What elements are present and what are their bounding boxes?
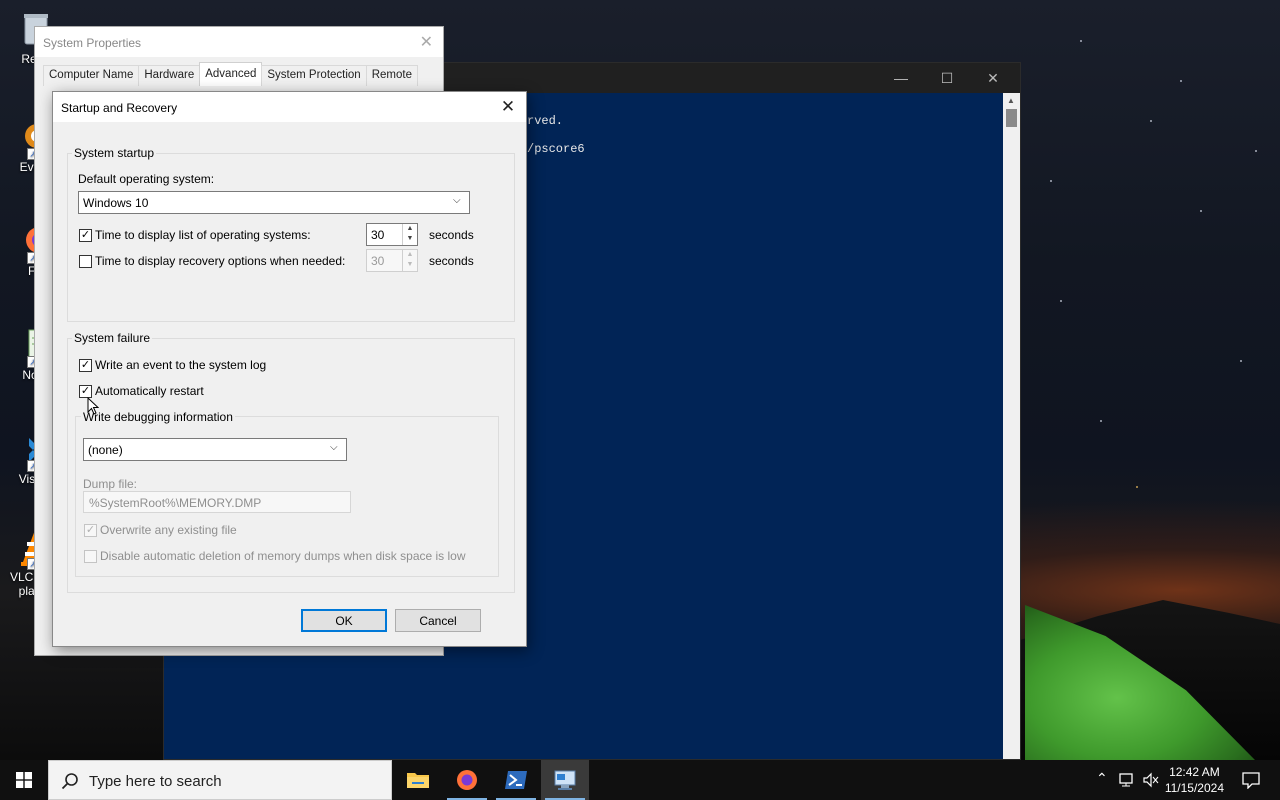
spinner-arrows-icon[interactable]: ▲ ▼ [402, 250, 417, 271]
ok-button[interactable]: OK [301, 609, 387, 632]
tab-strip: Computer Name Hardware Advanced System P… [43, 62, 418, 86]
start-button[interactable] [0, 760, 48, 800]
system-failure-label: System failure [72, 331, 153, 345]
auto-restart-label: Automatically restart [95, 384, 204, 398]
file-explorer-icon [407, 773, 429, 788]
notification-icon[interactable] [1242, 771, 1260, 789]
volume-muted-icon[interactable] [1142, 772, 1160, 788]
minimize-button[interactable]: — [878, 63, 924, 93]
chevron-down-icon: ⌵ [330, 442, 338, 453]
disable-auto-delete-label: Disable automatic deletion of memory dum… [100, 549, 466, 563]
display-recovery-label: Time to display recovery options when ne… [95, 254, 346, 268]
taskbar-file-explorer[interactable] [394, 760, 442, 800]
display-list-checkbox[interactable]: ✓ [79, 229, 92, 242]
window-title: System Properties [43, 36, 142, 50]
tab-computer-name[interactable]: Computer Name [43, 65, 140, 86]
debug-type-value: (none) [88, 443, 123, 457]
taskbar-powershell[interactable] [492, 760, 540, 800]
debugging-info-label: Write debugging information [81, 410, 235, 424]
search-icon [61, 773, 78, 790]
debug-type-select[interactable]: (none) ⌵ [83, 438, 347, 461]
clock-date: 11/15/2024 [1164, 781, 1224, 795]
firefox-icon [457, 770, 477, 790]
taskbar-clock[interactable]: 12:42 AM 11/15/2024 [1165, 764, 1224, 796]
dump-file-label: Dump file: [83, 477, 138, 491]
display-list-label: Time to display list of operating system… [95, 228, 311, 242]
windows-logo-icon [16, 772, 32, 788]
chevron-down-icon: ⌵ [453, 195, 461, 206]
display-recovery-unit: seconds [429, 254, 474, 268]
default-os-value: Windows 10 [83, 196, 149, 210]
dump-file-value: %SystemRoot%\MEMORY.DMP [89, 496, 262, 510]
tab-system-protection[interactable]: System Protection [261, 65, 367, 86]
clock-time: 12:42 AM [1169, 765, 1220, 779]
network-icon[interactable] [1118, 772, 1136, 788]
tab-hardware[interactable]: Hardware [138, 65, 201, 86]
default-os-select[interactable]: Windows 10 ⌵ [78, 191, 470, 214]
scroll-up-icon[interactable]: ▲ [1007, 96, 1015, 105]
system-properties-icon [554, 770, 576, 790]
display-recovery-checkbox[interactable] [79, 255, 92, 268]
spinner-arrows-icon[interactable]: ▲ ▼ [402, 224, 417, 245]
startup-recovery-dialog[interactable]: Startup and Recovery ✕ System startup De… [52, 91, 527, 647]
tab-advanced[interactable]: Advanced [199, 62, 263, 86]
terminal-line: rved. [527, 114, 564, 128]
default-os-label: Default operating system: [78, 172, 215, 186]
close-button[interactable]: ✕ [970, 63, 1016, 93]
mouse-cursor-icon [87, 397, 99, 415]
chevron-up-icon[interactable]: ⌃ [1096, 770, 1108, 787]
display-recovery-seconds-value: 30 [371, 254, 385, 268]
terminal-scrollbar[interactable]: ▲ [1003, 93, 1020, 759]
taskbar: Type here to search ⌃ 12:42 AM 11/15/202… [0, 760, 1280, 800]
maximize-button[interactable]: ☐ [924, 63, 970, 93]
overwrite-label: Overwrite any existing file [100, 523, 237, 537]
write-event-label: Write an event to the system log [95, 358, 267, 372]
taskbar-system-properties[interactable] [541, 760, 589, 800]
display-list-unit: seconds [429, 228, 474, 242]
write-event-checkbox[interactable]: ✓ [79, 359, 92, 372]
close-icon[interactable]: ✕ [498, 97, 518, 117]
close-icon[interactable]: ✕ [420, 32, 433, 52]
dialog-title: Startup and Recovery [61, 101, 178, 115]
system-startup-label: System startup [72, 146, 157, 160]
overwrite-checkbox[interactable]: ✓ [84, 524, 97, 537]
taskbar-search-box[interactable]: Type here to search [48, 760, 392, 800]
powershell-icon [505, 771, 527, 789]
window-titlebar: System Properties ✕ [35, 27, 443, 57]
display-list-seconds-value: 30 [371, 228, 385, 242]
taskbar-firefox[interactable] [443, 760, 491, 800]
scrollbar-thumb[interactable] [1006, 109, 1017, 127]
display-recovery-seconds-spinner[interactable]: 30 ▲ ▼ [366, 249, 418, 272]
terminal-output: rved. /pscore6 [527, 107, 585, 163]
disable-auto-delete-checkbox[interactable] [84, 550, 97, 563]
tab-remote[interactable]: Remote [365, 65, 418, 86]
cancel-button[interactable]: Cancel [395, 609, 481, 632]
display-list-seconds-spinner[interactable]: 30 ▲ ▼ [366, 223, 418, 246]
terminal-line: /pscore6 [527, 142, 585, 156]
dialog-titlebar: Startup and Recovery [53, 92, 526, 122]
dump-file-field[interactable]: %SystemRoot%\MEMORY.DMP [83, 491, 351, 513]
search-placeholder: Type here to search [89, 773, 222, 790]
